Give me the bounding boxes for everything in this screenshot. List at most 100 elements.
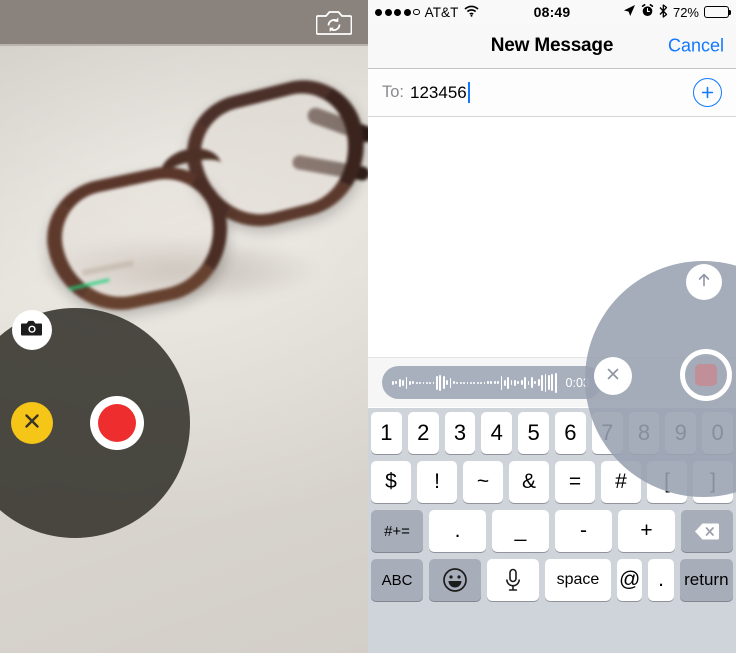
waveform-bar [520, 380, 523, 385]
waveform-bar [419, 381, 421, 384]
waveform-bar [554, 372, 557, 393]
key-[interactable]: + [618, 510, 675, 552]
cancel-button[interactable]: Cancel [668, 36, 724, 57]
waveform-bar [514, 379, 516, 386]
camera-topbar [0, 0, 368, 45]
key-6[interactable]: 6 [555, 412, 586, 454]
key-[interactable]: _ [492, 510, 549, 552]
waveform-bar [541, 374, 543, 391]
key-[interactable]: & [509, 461, 549, 503]
key-return[interactable]: return [679, 559, 733, 601]
waveform-bar [507, 376, 510, 389]
audio-message-bubble[interactable]: 0:03 [382, 366, 602, 399]
eyeglasses-subject [10, 65, 368, 325]
stop-square-icon [695, 364, 717, 386]
waveform-bar [425, 381, 428, 384]
waveform-bar [476, 381, 479, 384]
recipient-input[interactable]: 123456 [410, 83, 467, 103]
waveform-bar [517, 381, 520, 384]
bluetooth-icon [659, 3, 668, 21]
waveform-bar [439, 374, 442, 391]
key-[interactable]: ~ [463, 461, 503, 503]
alarm-clock-icon [641, 4, 654, 20]
key-[interactable]: #+= [371, 510, 423, 552]
key-ABC[interactable]: ABC [371, 559, 423, 601]
key-[interactable]: . [648, 559, 674, 601]
send-up-arrow-icon [694, 270, 714, 295]
waveform-bar [446, 380, 449, 385]
microphone-icon[interactable] [487, 559, 539, 601]
waveform-bar [490, 381, 493, 384]
waveform-bar [473, 381, 476, 384]
waveform-bar [537, 379, 540, 386]
waveform-bar [510, 380, 513, 385]
page-title: New Message [490, 35, 614, 56]
delete-backspace-icon[interactable] [681, 510, 733, 552]
waveform-bar [503, 379, 506, 386]
key-[interactable]: @ [616, 559, 643, 601]
waveform-bar [412, 381, 415, 384]
waveform-bar [480, 381, 482, 384]
waveform-bar [493, 381, 496, 384]
emoji-smiley-icon[interactable] [429, 559, 481, 601]
waveform-bar [531, 377, 533, 388]
waveform-bar [524, 376, 527, 389]
waveform-bar [453, 381, 455, 384]
waveform-bar [463, 381, 465, 384]
key-[interactable]: ! [417, 461, 457, 503]
captured-photo [0, 45, 368, 653]
key-3[interactable]: 3 [444, 412, 476, 454]
camera-topbar-divider [0, 44, 368, 46]
key-2[interactable]: 2 [407, 412, 439, 454]
key-space[interactable]: space [545, 559, 611, 601]
waveform-bar [486, 381, 489, 384]
waveform-bar [392, 380, 394, 385]
waveform-bar [449, 377, 452, 388]
add-contact-button[interactable] [693, 78, 722, 107]
waveform-bar [527, 380, 530, 385]
keyboard-bottom-row: ABC space @. return [368, 559, 736, 601]
waveform-bar [398, 378, 401, 387]
key-[interactable]: . [429, 510, 486, 552]
key-[interactable]: $ [371, 461, 411, 503]
waveform-bar [459, 381, 462, 384]
send-message-button[interactable] [686, 264, 722, 300]
waveform-bar [497, 381, 499, 384]
close-x-icon [23, 412, 41, 435]
stop-recording-button[interactable] [680, 349, 732, 401]
recipient-row[interactable]: To: 123456 [368, 69, 736, 117]
waveform-bar [500, 375, 503, 390]
waveform-bar [483, 381, 486, 384]
waveform-bar [534, 381, 537, 384]
close-x-icon [604, 365, 622, 388]
waveform-bar [422, 381, 425, 384]
text-cursor [467, 82, 470, 103]
waveform-bar [551, 374, 554, 391]
key-5[interactable]: 5 [518, 412, 549, 454]
split-screen-root: AT&T 08:49 72% New Message Cancel To: 12… [0, 0, 736, 653]
waveform-bar [405, 376, 408, 389]
record-video-button[interactable] [90, 396, 144, 450]
key-4[interactable]: 4 [481, 412, 513, 454]
switch-camera-icon[interactable] [315, 8, 353, 36]
cancel-capture-button[interactable] [11, 402, 53, 444]
key-[interactable]: = [555, 461, 595, 503]
waveform-bar [456, 381, 459, 384]
waveform-bar [442, 376, 445, 389]
status-bar: AT&T 08:49 72% [368, 0, 736, 24]
key-[interactable]: - [555, 510, 612, 552]
battery-percent-label: 72% [672, 4, 699, 20]
navigation-bar: New Message Cancel [368, 24, 736, 69]
battery-icon [704, 6, 732, 18]
take-photo-button[interactable] [12, 310, 52, 350]
waveform-bar [544, 373, 547, 392]
key-1[interactable]: 1 [371, 412, 402, 454]
waveform-bar [547, 375, 550, 390]
cancel-recording-button[interactable] [594, 357, 632, 395]
to-label: To: [382, 83, 405, 101]
status-bar-right: 72% [623, 3, 732, 21]
waveform-bar [395, 381, 398, 384]
camera-capture-panel [0, 0, 368, 653]
waveform-bar [402, 379, 404, 386]
waveform-bar [408, 380, 411, 385]
